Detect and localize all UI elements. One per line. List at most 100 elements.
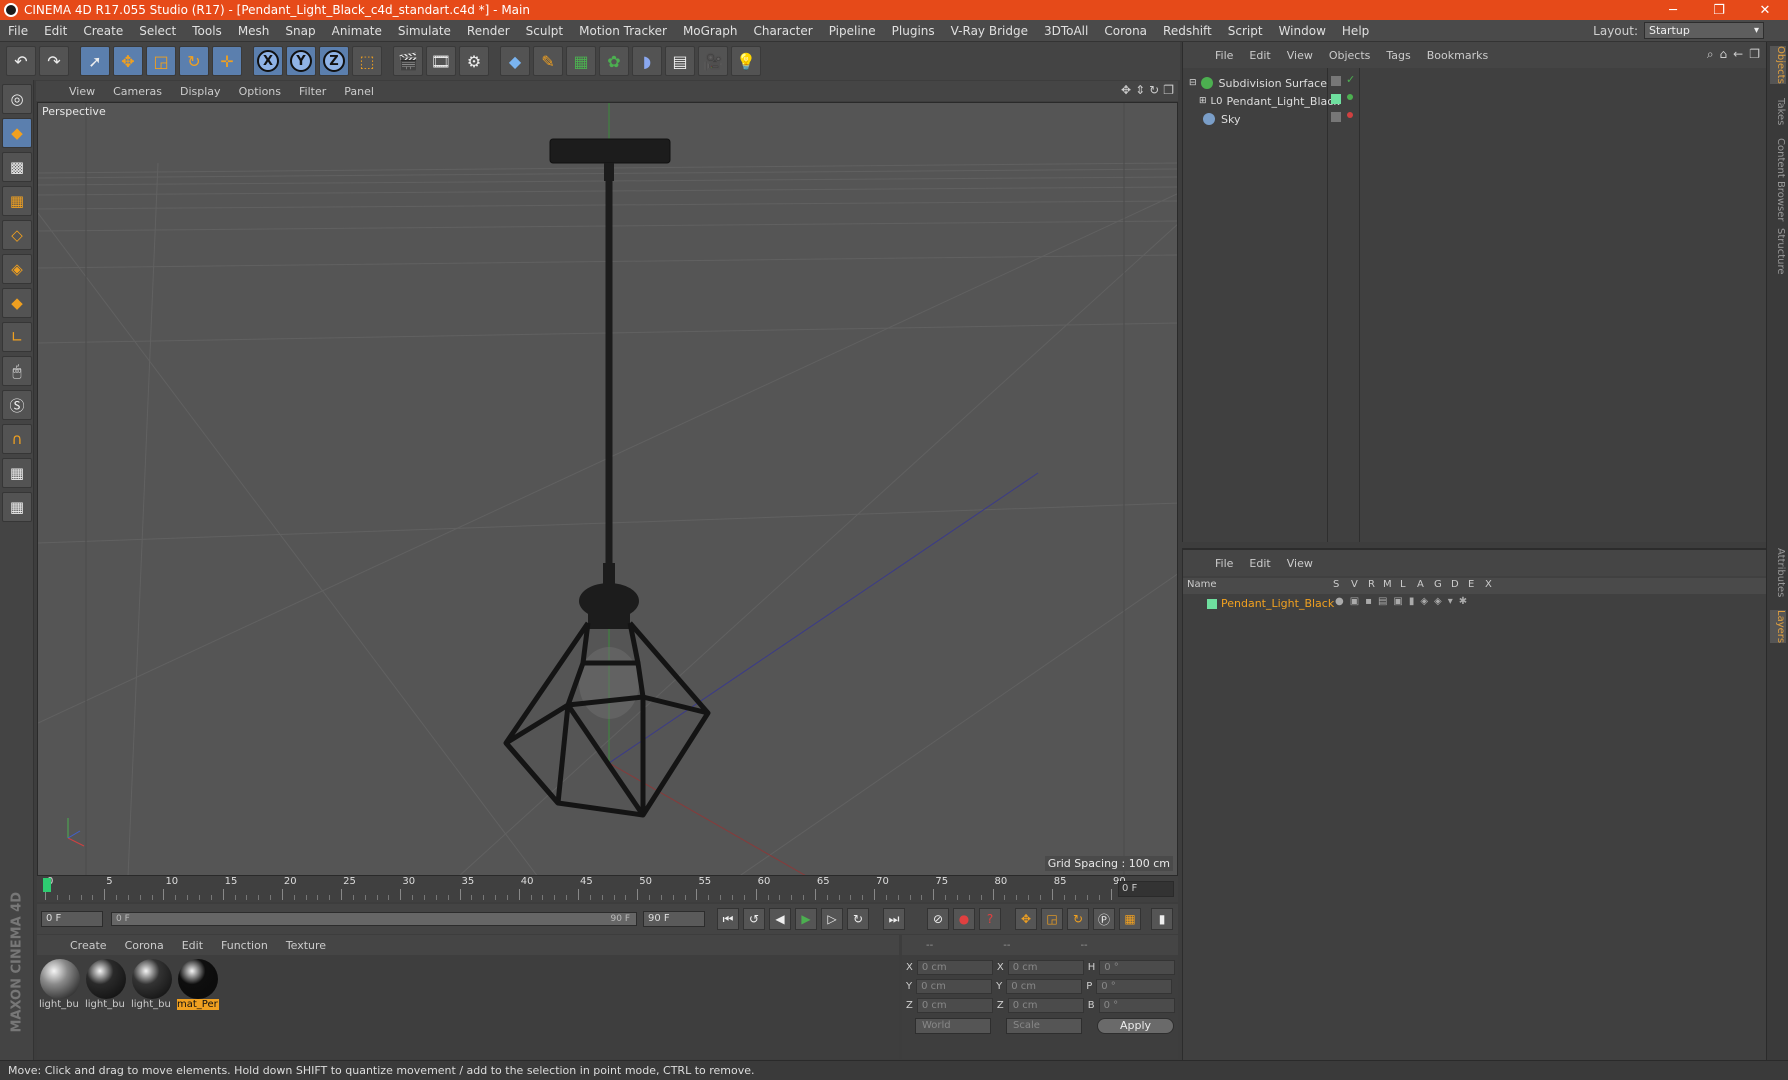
add-camera-button[interactable]: 🎥 xyxy=(698,46,728,76)
rotate-tool-button[interactable]: ↻ xyxy=(179,46,209,76)
viewport-menu-display[interactable]: Display xyxy=(171,85,230,98)
menu-create[interactable]: Create xyxy=(75,24,131,38)
play-button[interactable]: ▶ xyxy=(795,908,817,930)
coordinate-system-button[interactable]: ⬚ xyxy=(352,46,382,76)
menu-select[interactable]: Select xyxy=(131,24,184,38)
objects-menu-tags[interactable]: Tags xyxy=(1378,49,1418,62)
menu-edit[interactable]: Edit xyxy=(36,24,75,38)
viewport-menu-cameras[interactable]: Cameras xyxy=(104,85,171,98)
size-y-field[interactable]: 0 cm xyxy=(1006,979,1083,994)
polygons-mode-button[interactable]: ◆ xyxy=(2,288,32,318)
material-menu-texture[interactable]: Texture xyxy=(277,939,335,952)
layer-tag-icon[interactable] xyxy=(1331,112,1341,122)
menu-script[interactable]: Script xyxy=(1220,24,1271,38)
redo-button[interactable]: ↷ xyxy=(39,46,69,76)
position-y-field[interactable]: 0 cm xyxy=(916,979,993,994)
key-parameter-button[interactable]: Ⓟ xyxy=(1093,908,1115,930)
viewport-menu-filter[interactable]: Filter xyxy=(290,85,335,98)
model-mode-button[interactable]: ◆ xyxy=(2,118,32,148)
current-frame-field[interactable]: 0 F xyxy=(1118,881,1174,897)
menu-motion-tracker[interactable]: Motion Tracker xyxy=(571,24,675,38)
apply-button[interactable]: Apply xyxy=(1097,1018,1174,1034)
autokey-button[interactable]: ? xyxy=(979,908,1001,930)
tab-objects[interactable]: Objects xyxy=(1770,46,1786,84)
transform-tool-button[interactable]: ✛ xyxy=(212,46,242,76)
key-position-button[interactable]: ✥ xyxy=(1015,908,1037,930)
motion-record-button[interactable]: ⊘ xyxy=(927,908,949,930)
next-frame-button[interactable]: ▷ xyxy=(821,908,843,930)
end-frame-field[interactable]: 90 F xyxy=(643,911,705,927)
render-picture-viewer-button[interactable]: 🎞 xyxy=(426,46,456,76)
layer-color-swatch[interactable] xyxy=(1207,599,1217,609)
timeline-window-button[interactable]: ▮ xyxy=(1151,908,1173,930)
home-icon[interactable]: ⌂ xyxy=(1720,47,1728,62)
live-selection-button[interactable]: ➚ xyxy=(80,46,110,76)
menu-corona[interactable]: Corona xyxy=(1096,24,1155,38)
add-cloner-button[interactable]: ✿ xyxy=(599,46,629,76)
menu-simulate[interactable]: Simulate xyxy=(390,24,459,38)
layout-dropdown[interactable]: Startup xyxy=(1644,22,1764,39)
visibility-dot-icon[interactable] xyxy=(1347,112,1353,118)
rotation-p-field[interactable]: 0 ° xyxy=(1096,979,1173,994)
new-view-icon[interactable]: ❐ xyxy=(1749,47,1760,62)
search-icon[interactable]: ⌕ xyxy=(1707,47,1714,62)
edges-mode-button[interactable]: ◈ xyxy=(2,254,32,284)
rotation-h-field[interactable]: 0 ° xyxy=(1099,960,1176,975)
add-spline-button[interactable]: ✎ xyxy=(533,46,563,76)
expand-toggle-icon[interactable]: ⊞ xyxy=(1199,96,1207,106)
perspective-viewport[interactable]: Perspective Grid Spacing : 100 cm xyxy=(37,102,1178,876)
menu-character[interactable]: Character xyxy=(745,24,820,38)
menu-redshift[interactable]: Redshift xyxy=(1155,24,1220,38)
layer-tag-icon[interactable] xyxy=(1331,76,1341,86)
position-z-field[interactable]: 0 cm xyxy=(916,998,993,1013)
start-frame-field[interactable]: 0 F xyxy=(41,911,103,927)
object-row-subdivision-surface[interactable]: ⊟ Subdivision Surface xyxy=(1183,74,1767,92)
go-to-start-button[interactable]: ⏮ xyxy=(717,908,739,930)
previous-key-button[interactable]: ↺ xyxy=(743,908,765,930)
menu-plugins[interactable]: Plugins xyxy=(884,24,943,38)
key-rotation-button[interactable]: ↻ xyxy=(1067,908,1089,930)
render-settings-button[interactable]: ⚙ xyxy=(459,46,489,76)
points-mode-button[interactable]: ◇ xyxy=(2,220,32,250)
add-subdivision-button[interactable]: ▦ xyxy=(566,46,596,76)
restore-button[interactable]: ❐ xyxy=(1696,0,1742,20)
axis-mode-button[interactable]: ∟ xyxy=(2,322,32,352)
previous-frame-button[interactable]: ◀ xyxy=(769,908,791,930)
lock-workplane-button[interactable]: ▦ xyxy=(2,458,32,488)
planar-workplane-button[interactable]: ▦ xyxy=(2,492,32,522)
workplane-mode-button[interactable]: ▦ xyxy=(2,186,32,216)
key-pla-button[interactable]: ▦ xyxy=(1119,908,1141,930)
viewport-dolly-icon[interactable]: ⇕ xyxy=(1135,83,1145,97)
material-swatch[interactable]: light_bu xyxy=(131,959,173,1013)
material-menu-edit[interactable]: Edit xyxy=(173,939,212,952)
objects-menu-view[interactable]: View xyxy=(1279,49,1321,62)
snap-button[interactable]: ∩ xyxy=(2,424,32,454)
playhead-marker[interactable] xyxy=(43,878,51,892)
add-light-button[interactable]: 💡 xyxy=(731,46,761,76)
object-row-sky[interactable]: Sky xyxy=(1183,110,1767,128)
menu-animate[interactable]: Animate xyxy=(324,24,390,38)
material-swatch[interactable]: light_bu xyxy=(85,959,127,1013)
move-tool-button[interactable]: ✥ xyxy=(113,46,143,76)
layers-menu-file[interactable]: File xyxy=(1207,557,1241,570)
rotation-b-field[interactable]: 0 ° xyxy=(1098,998,1175,1013)
material-swatch[interactable]: light_bu xyxy=(39,959,81,1013)
coordinate-space-dropdown[interactable]: World xyxy=(915,1018,991,1034)
record-active-button[interactable]: ● xyxy=(953,908,975,930)
tab-structure[interactable]: Structure xyxy=(1770,228,1786,275)
menu-snap[interactable]: Snap xyxy=(277,24,323,38)
menu-3dtoall[interactable]: 3DToAll xyxy=(1036,24,1096,38)
size-mode-dropdown[interactable]: Scale xyxy=(1006,1018,1082,1034)
tab-attributes[interactable]: Attributes xyxy=(1770,548,1786,597)
pendant-lamp-model[interactable] xyxy=(503,138,711,818)
z-axis-lock-button[interactable]: Z xyxy=(319,46,349,76)
tweak-mode-button[interactable]: 🖱 xyxy=(2,356,32,386)
key-scale-button[interactable]: ◲ xyxy=(1041,908,1063,930)
menu-window[interactable]: Window xyxy=(1271,24,1334,38)
menu-mesh[interactable]: Mesh xyxy=(230,24,278,38)
back-arrow-icon[interactable]: ← xyxy=(1733,47,1743,62)
objects-menu-objects[interactable]: Objects xyxy=(1321,49,1379,62)
enabled-check-icon[interactable]: ✓ xyxy=(1346,73,1355,86)
layers-menu-edit[interactable]: Edit xyxy=(1241,557,1278,570)
tab-content-browser[interactable]: Content Browser xyxy=(1770,138,1786,221)
